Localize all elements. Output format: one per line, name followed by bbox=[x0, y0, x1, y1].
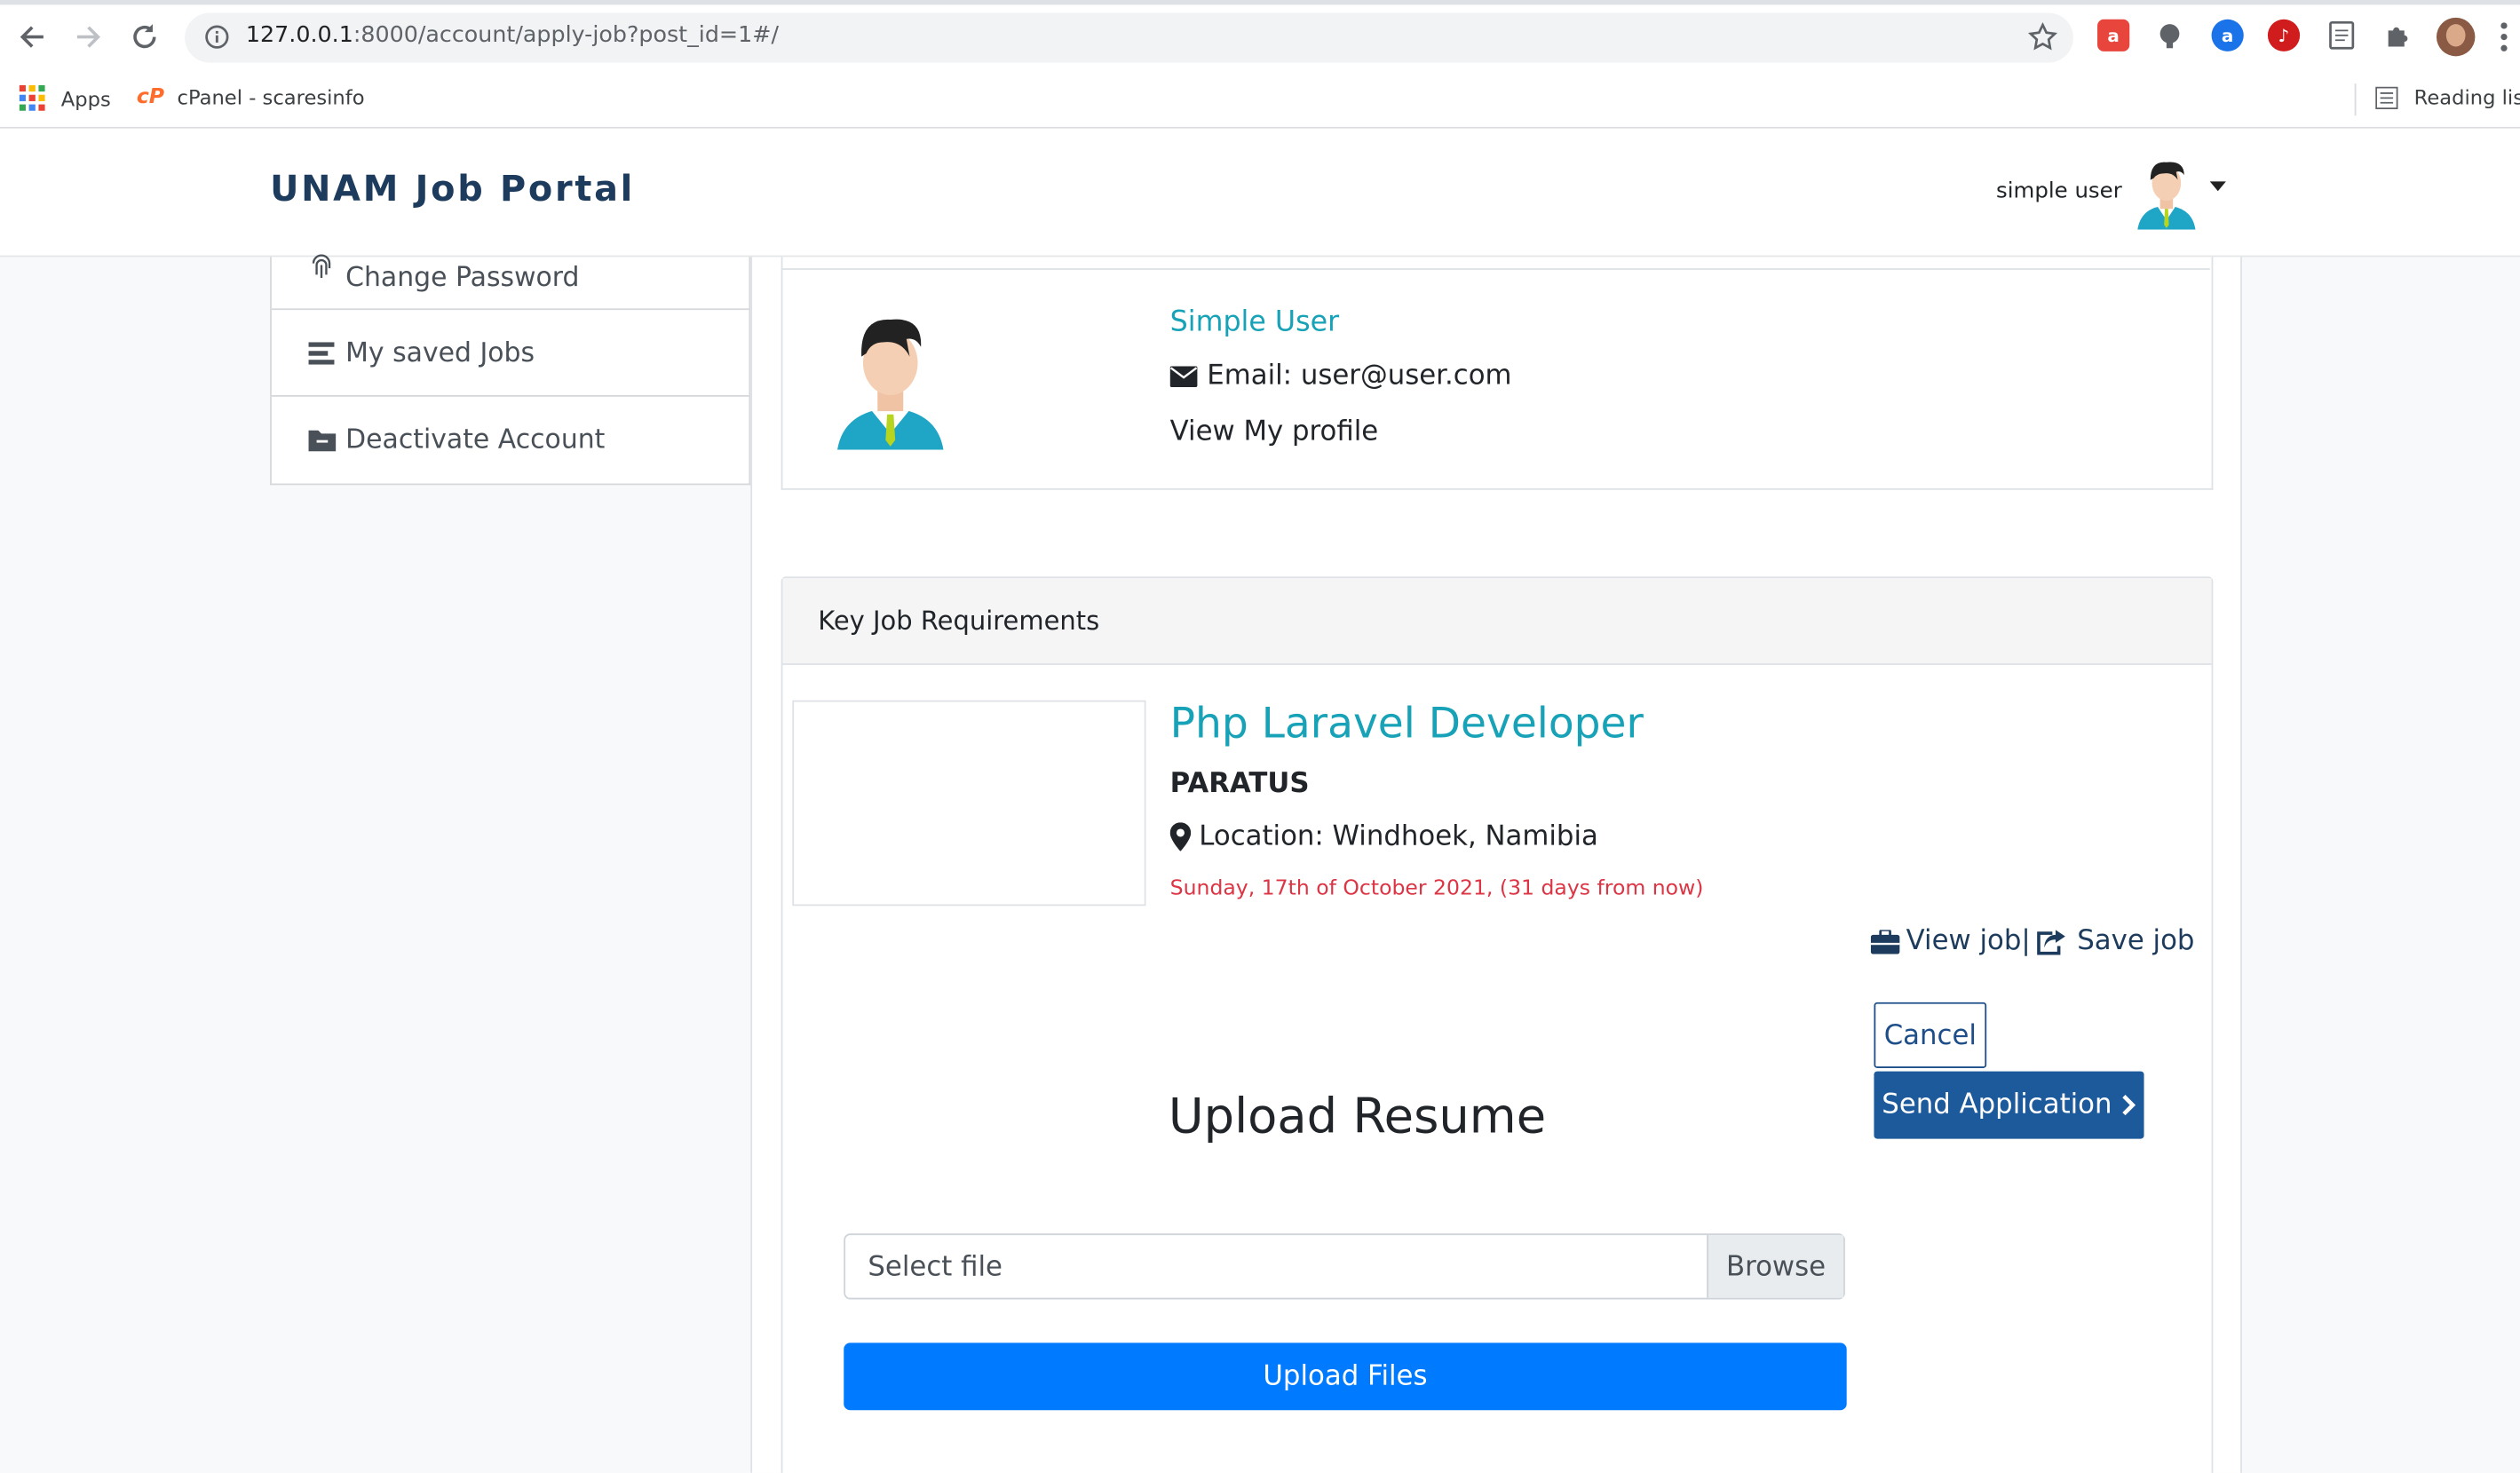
resume-file-input[interactable]: Select file Browse bbox=[844, 1233, 1845, 1300]
view-job-label: View job| bbox=[1906, 924, 2031, 958]
job-card-title: Key Job Requirements bbox=[818, 605, 1100, 637]
profile-email: Email: user@user.com bbox=[1207, 360, 1512, 392]
chevron-right-icon bbox=[2121, 1094, 2136, 1116]
reload-icon[interactable] bbox=[125, 18, 163, 56]
file-input-placeholder: Select file bbox=[868, 1251, 1002, 1284]
back-icon[interactable] bbox=[12, 18, 51, 56]
profile-card-divider bbox=[781, 268, 2210, 270]
profile-name[interactable]: Simple User bbox=[1170, 307, 1339, 339]
url-path: :8000/account/apply-job?post_id=1#/ bbox=[353, 22, 780, 49]
job-card-header: Key Job Requirements bbox=[782, 578, 2212, 665]
profile-card: Simple User Email: user@user.com View My… bbox=[781, 257, 2214, 490]
browse-button[interactable]: Browse bbox=[1707, 1235, 1844, 1298]
cancel-button[interactable]: Cancel bbox=[1874, 1002, 1987, 1068]
send-application-label: Send Application bbox=[1882, 1089, 2112, 1121]
reading-list-button[interactable]: Reading list bbox=[2375, 85, 2520, 109]
account-sidebar: Change Password My saved Jobs Deactivate… bbox=[270, 254, 751, 486]
job-location: Location: Windhoek, Namibia bbox=[1199, 820, 1598, 853]
view-job-link[interactable]: View job| bbox=[1870, 924, 2031, 958]
sidebar-item-saved-jobs[interactable]: My saved Jobs bbox=[271, 310, 749, 397]
extension-head-icon[interactable] bbox=[2153, 20, 2185, 51]
sidebar-item-label: Change Password bbox=[345, 260, 580, 292]
url-text[interactable]: 127.0.0.1:8000/account/apply-job?post_id… bbox=[246, 22, 779, 48]
brand-logo[interactable]: UNAM Job Portal bbox=[270, 170, 635, 210]
envelope-icon bbox=[1169, 365, 1198, 387]
extension-a-icon[interactable]: a bbox=[2211, 19, 2244, 51]
browser-menu-icon[interactable] bbox=[2500, 21, 2510, 53]
address-bar[interactable]: 127.0.0.1:8000/account/apply-job?post_id… bbox=[185, 12, 2073, 63]
view-profile-link[interactable]: View My profile bbox=[1170, 416, 1379, 448]
company-name: PARATUS bbox=[1169, 767, 1310, 800]
company-logo-placeholder bbox=[792, 700, 1146, 907]
fingerprint-icon bbox=[307, 254, 337, 280]
extension-red-icon[interactable]: a bbox=[2097, 19, 2130, 51]
user-name[interactable]: simple user bbox=[1996, 178, 2122, 204]
sidebar-item-change-password[interactable]: Change Password bbox=[271, 225, 749, 311]
reading-list-icon bbox=[2375, 85, 2398, 109]
user-avatar[interactable] bbox=[2135, 155, 2199, 230]
job-location-row: Location: Windhoek, Namibia bbox=[1169, 820, 1598, 853]
bookmark-cpanel-label: cPanel - scaresinfo bbox=[177, 84, 365, 110]
save-job-label: Save job bbox=[2077, 924, 2195, 958]
forward-icon[interactable] bbox=[69, 18, 107, 56]
info-icon[interactable] bbox=[204, 24, 230, 56]
bookmark-star-icon[interactable] bbox=[2027, 21, 2058, 58]
briefcase-icon bbox=[1870, 929, 1900, 954]
profile-avatar bbox=[834, 308, 947, 450]
save-job-link[interactable]: Save job bbox=[2037, 925, 2194, 957]
user-dropdown-caret-icon[interactable] bbox=[2209, 181, 2226, 192]
sidebar-item-deactivate[interactable]: Deactivate Account bbox=[272, 397, 749, 482]
bookmarks-divider bbox=[2354, 83, 2357, 116]
application-deadline: Sunday, 17th of October 2021, (31 days f… bbox=[1169, 876, 1704, 901]
share-square-icon bbox=[2037, 928, 2067, 955]
bookmarks-bar: Apps cP cPanel - scaresinfo Reading list bbox=[0, 74, 2520, 129]
extension-doc-icon[interactable] bbox=[2326, 20, 2358, 51]
extension-music-icon[interactable]: ♪ bbox=[2267, 19, 2301, 51]
sidebar-item-label: Deactivate Account bbox=[345, 424, 606, 455]
extensions-puzzle-icon[interactable] bbox=[2381, 20, 2413, 51]
profile-email-row: Email: user@user.com bbox=[1169, 360, 1512, 392]
list-icon bbox=[307, 341, 337, 364]
map-marker-icon bbox=[1169, 822, 1192, 851]
upload-resume-heading: Upload Resume bbox=[1168, 1089, 1547, 1145]
send-application-button[interactable]: Send Application bbox=[1874, 1071, 2144, 1139]
url-host: 127.0.0.1 bbox=[245, 22, 353, 49]
job-requirements-card: Key Job Requirements Php Laravel Develop… bbox=[781, 576, 2214, 1473]
bookmark-apps-label: Apps bbox=[60, 85, 111, 110]
bookmark-apps[interactable]: Apps bbox=[19, 84, 111, 111]
tab-strip bbox=[0, 0, 2520, 5]
sidebar-item-label: My saved Jobs bbox=[345, 337, 535, 368]
apps-grid-icon bbox=[19, 84, 45, 111]
folder-icon bbox=[307, 428, 337, 451]
cpanel-icon: cP bbox=[136, 84, 165, 110]
bookmark-cpanel[interactable]: cP cPanel - scaresinfo bbox=[137, 85, 365, 109]
upload-files-button[interactable]: Upload Files bbox=[844, 1342, 1847, 1411]
job-title[interactable]: Php Laravel Developer bbox=[1170, 701, 1644, 748]
profile-avatar-icon[interactable] bbox=[2436, 17, 2476, 57]
reading-list-label: Reading list bbox=[2413, 84, 2520, 110]
job-actions: View job| Save job bbox=[1870, 924, 2194, 958]
browser-toolbar: 127.0.0.1:8000/account/apply-job?post_id… bbox=[0, 0, 2520, 75]
